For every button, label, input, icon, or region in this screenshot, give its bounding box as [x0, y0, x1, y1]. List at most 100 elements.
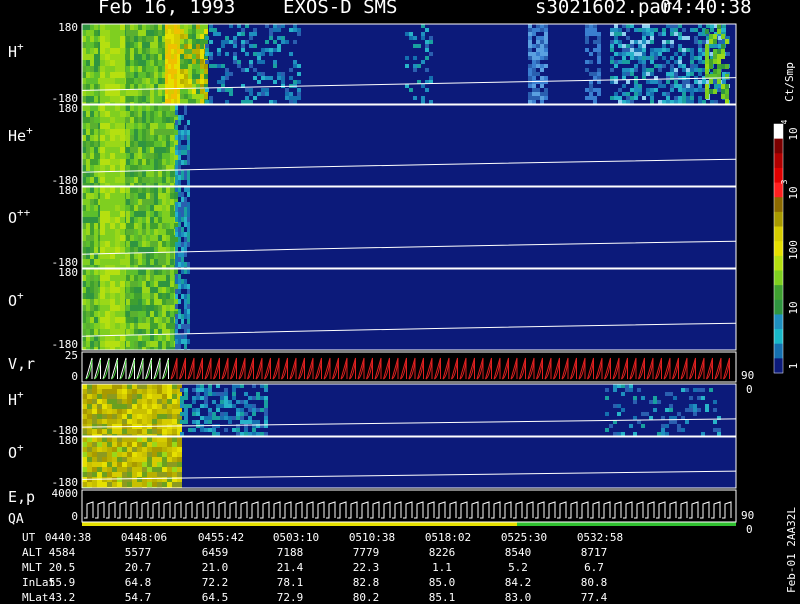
ut-tick: 0440:38 [44, 531, 92, 544]
time-title: 04:40:38 [660, 0, 752, 18]
inlat-value: 55.9 [48, 576, 76, 589]
colorbar-swatch [774, 124, 783, 140]
mlt-value: 20.7 [124, 561, 152, 574]
mlat-value: 64.5 [201, 591, 229, 604]
panel-8-background [82, 490, 736, 522]
alt-value: 5577 [124, 546, 152, 559]
instrument-title: EXOS-D SMS [283, 0, 398, 18]
ut-tick: 0510:38 [348, 531, 396, 544]
inlat-value: 85.0 [428, 576, 456, 589]
panel-8-ymax: 4000 [52, 487, 79, 500]
colorbar-swatch [774, 343, 783, 359]
colorbar-swatch [774, 299, 783, 315]
panel-3-ymax: 180 [58, 184, 78, 197]
mlat-value: 43.2 [48, 591, 76, 604]
mlat-value: 72.9 [276, 591, 304, 604]
colorbar-swatch [774, 153, 783, 169]
colorbar-swatch [774, 241, 783, 257]
panel-5-right-bot: 0 [746, 383, 753, 396]
colorbar-tick-1: 1 [787, 363, 800, 370]
colorbar-swatch [774, 138, 783, 154]
panel-1-bright-band [100, 24, 125, 104]
colorbar-swatch [774, 358, 783, 374]
alt-value: 6459 [201, 546, 229, 559]
colorbar-swatch [774, 270, 783, 286]
colorbar-swatch [774, 314, 783, 330]
colorbar-swatch [774, 197, 783, 213]
qa-label: QA [8, 512, 24, 527]
panel-1-green-band [82, 24, 178, 104]
qa-bar-yellow [82, 522, 517, 526]
panel-1-label: H+ [8, 40, 24, 61]
colorbar-tick-10-3: 10 [787, 186, 800, 199]
panel-5-ymax: 25 [65, 349, 78, 362]
colorbar-swatch [774, 226, 783, 242]
panel-5-label: V,r [8, 355, 35, 373]
panel-2-bright-band [100, 105, 125, 186]
alt-value: 8540 [504, 546, 532, 559]
alt-value: 8226 [428, 546, 456, 559]
colorbar-tick-exp-4: 4 [780, 119, 789, 124]
panel-8-right-top: 90 [741, 509, 754, 522]
colorbar-unit: Ct/Smp [783, 62, 796, 102]
qa-bar-green [517, 522, 736, 526]
mlat-value: 83.0 [504, 591, 532, 604]
panel-6-yellow-band [82, 384, 182, 436]
ut-tick: 0503:10 [272, 531, 320, 544]
panel-1-mixed [180, 24, 208, 104]
panel-4-green-band [82, 269, 178, 350]
panel-1-blue-column [528, 24, 548, 104]
panel-4-ymax: 180 [58, 266, 78, 279]
panel-5-right-top: 90 [741, 369, 754, 382]
panel-1-blue-column-2 [585, 24, 601, 104]
panel-7-yellow-band [82, 437, 182, 488]
panel-5-ymin: 0 [71, 370, 78, 383]
inlat-value: 82.8 [352, 576, 380, 589]
mlat-value: 80.2 [352, 591, 380, 604]
panel-8-label: E,p [8, 488, 35, 506]
mlat-value: 77.4 [580, 591, 608, 604]
panel-2-green-band [82, 105, 178, 186]
mlt-value: 21.4 [276, 561, 304, 574]
file-title: s3021602.par [535, 0, 673, 18]
ut-tick: 0532:58 [576, 531, 624, 544]
ut-tick: 0448:06 [120, 531, 168, 544]
colorbar-tick-exp-3: 3 [780, 179, 789, 184]
alt-value: 7188 [276, 546, 304, 559]
ut-tick: 0455:42 [197, 531, 245, 544]
mlt-value: 6.7 [584, 561, 604, 574]
mlat-value: 54.7 [124, 591, 152, 604]
alt-value: 8717 [580, 546, 608, 559]
panel-4-bright-band [100, 269, 125, 350]
panel-3-green-band [82, 187, 178, 268]
panel-8-right-bot: 0 [746, 523, 753, 536]
mlt-value: 21.0 [201, 561, 229, 574]
colorbar-swatch [774, 285, 783, 301]
mlt-value: 22.3 [352, 561, 380, 574]
date-title: Feb 16, 1993 [98, 0, 236, 18]
panel-1-ymax: 180 [58, 21, 78, 34]
mlt-value: 1.1 [432, 561, 452, 574]
panel-2-label: He+ [8, 124, 33, 145]
inlat-value: 64.8 [124, 576, 152, 589]
panel-3-label: O++ [8, 206, 31, 227]
panel-8-ymin: 0 [71, 510, 78, 523]
colorbar-tick-10-4: 10 [787, 127, 800, 140]
colorbar-tick-10: 10 [787, 301, 800, 314]
alt-value: 7779 [352, 546, 380, 559]
ut-tick: 0518:02 [424, 531, 472, 544]
inlat-value: 72.2 [201, 576, 229, 589]
panel-7-label: O+ [8, 441, 24, 462]
colorbar-swatch [774, 211, 783, 228]
colorbar-swatch [774, 329, 783, 345]
panel-2-ymax: 180 [58, 102, 78, 115]
footer-id: Feb-01 2AA32L [785, 507, 798, 593]
colorbar-tick-100: 100 [787, 240, 800, 260]
inlat-value: 80.8 [580, 576, 608, 589]
sms-spectrogram-plot: H+180-180He+180-180O++180-180O+180-180V,… [8, 21, 800, 593]
panel-3-bright-band [100, 187, 125, 268]
mlat-value: 85.1 [428, 591, 456, 604]
colorbar-swatch [774, 255, 783, 271]
panel-7-ymax: 180 [58, 434, 78, 447]
panel-6-label: H+ [8, 388, 24, 409]
